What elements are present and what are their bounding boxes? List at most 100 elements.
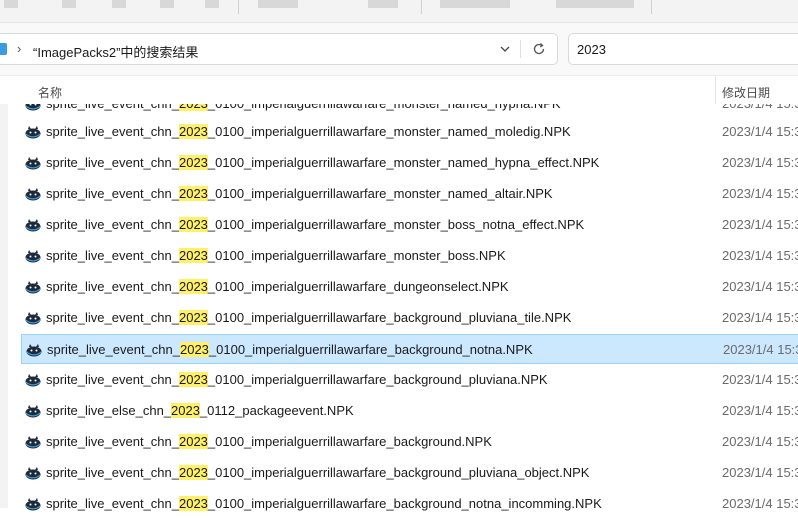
file-name-suffix: _0100_imperialguerrillawarfare_monster_b…	[207, 217, 585, 232]
file-row[interactable]: sprite_live_event_chn_2023_0100_imperial…	[21, 210, 798, 240]
file-name[interactable]: sprite_live_event_chn_2023_0100_imperial…	[46, 279, 509, 294]
copy-icon[interactable]	[112, 0, 126, 8]
file-name[interactable]: sprite_live_event_chn_2023_0100_imperial…	[46, 248, 506, 263]
file-name-suffix: _0100_imperialguerrillawarfare_monster_n…	[207, 155, 600, 170]
file-name-suffix: _0100_imperialguerrillawarfare_backgroun…	[207, 310, 572, 325]
file-row[interactable]: sprite_live_event_chn_2023_0100_imperial…	[21, 117, 798, 147]
file-name-suffix: _0100_imperialguerrillawarfare_backgroun…	[207, 465, 590, 480]
address-divider	[520, 40, 521, 58]
npk-file-icon	[25, 374, 41, 387]
file-date: 2023/1/4 15:3	[722, 372, 798, 387]
file-name-prefix: sprite_live_event_chn_	[46, 155, 179, 170]
navigation-pane[interactable]	[0, 76, 8, 508]
file-name-suffix: _0100_imperialguerrillawarfare_backgroun…	[208, 342, 533, 357]
file-name[interactable]: sprite_live_event_chn_2023_0100_imperial…	[46, 372, 548, 387]
sort-button[interactable]	[258, 0, 298, 8]
file-name-suffix: _0100_imperialguerrillawarfare_backgroun…	[207, 372, 548, 387]
address-bar[interactable]: › “ImagePacks2”中的搜索结果	[0, 33, 558, 65]
search-match-highlight: 2023	[178, 217, 208, 232]
toolbar	[0, 0, 798, 23]
file-name-prefix: sprite_live_event_chn_	[46, 279, 179, 294]
search-match-highlight: 2023	[178, 434, 208, 449]
close-search-button[interactable]	[556, 0, 634, 8]
toolbar-divider	[421, 0, 422, 14]
breadcrumb[interactable]: “ImagePacks2”中的搜索结果	[33, 42, 198, 61]
search-match-highlight: 2023	[178, 279, 208, 294]
breadcrumb-chevron-icon[interactable]: ›	[17, 41, 21, 56]
cut-icon[interactable]	[62, 0, 76, 8]
search-match-highlight: 2023	[179, 342, 209, 357]
npk-file-icon	[25, 467, 41, 480]
toolbar-divider	[238, 0, 239, 14]
column-divider[interactable]	[715, 76, 716, 104]
file-row[interactable]: sprite_live_event_chn_2023_0100_imperial…	[21, 148, 798, 178]
search-match-highlight: 2023	[178, 465, 208, 480]
file-date: 2023/1/4 15:3	[722, 403, 798, 418]
file-date: 2023/1/4 15:3	[722, 248, 798, 263]
file-date: 2023/1/4 15:3	[722, 124, 798, 139]
file-name-prefix: sprite_live_event_chn_	[46, 496, 179, 511]
file-name[interactable]: sprite_live_event_chn_2023_0100_imperial…	[46, 310, 571, 325]
search-match-highlight: 2023	[178, 372, 208, 387]
column-name-header[interactable]: 名称	[38, 84, 62, 101]
folder-icon	[0, 43, 7, 55]
file-date: 2023/1/4 15:3	[722, 217, 798, 232]
file-name-suffix: _0100_imperialguerrillawarfare_dungeonse…	[207, 279, 509, 294]
npk-file-icon	[25, 281, 41, 294]
search-match-highlight: 2023	[178, 186, 208, 201]
rename-icon[interactable]	[205, 0, 219, 8]
column-header: 名称 修改日期	[0, 76, 798, 104]
file-row[interactable]: sprite_live_event_chn_2023_0100_imperial…	[21, 303, 798, 333]
file-row[interactable]: sprite_live_event_chn_2023_0100_imperial…	[21, 489, 798, 519]
npk-file-icon	[25, 312, 41, 325]
file-name[interactable]: sprite_live_event_chn_2023_0100_imperial…	[46, 434, 492, 449]
new-icon[interactable]	[4, 0, 18, 8]
file-row[interactable]: sprite_live_else_chn_2023_0112_packageev…	[21, 396, 798, 426]
file-date: 2023/1/4 15:3	[722, 310, 798, 325]
navigation-bar: › “ImagePacks2”中的搜索结果 2023	[0, 23, 798, 76]
file-name[interactable]: sprite_live_event_chn_2023_0100_imperial…	[46, 186, 553, 201]
file-name-prefix: sprite_live_event_chn_	[46, 465, 179, 480]
file-name[interactable]: sprite_live_event_chn_2023_0100_imperial…	[46, 217, 584, 232]
file-row[interactable]: sprite_live_event_chn_2023_0100_imperial…	[21, 241, 798, 271]
file-date: 2023/1/4 15:3	[722, 186, 798, 201]
file-name[interactable]: sprite_live_event_chn_2023_0100_imperial…	[46, 496, 602, 511]
file-row[interactable]: sprite_live_event_chn_2023_0100_imperial…	[21, 334, 798, 364]
file-name[interactable]: sprite_live_event_chn_2023_0100_imperial…	[46, 124, 571, 139]
npk-file-icon	[25, 498, 41, 511]
file-name-prefix: sprite_live_event_chn_	[46, 310, 179, 325]
file-date: 2023/1/4 15:3	[722, 434, 798, 449]
file-date: 2023/1/4 15:3	[722, 496, 798, 511]
file-name-suffix: _0100_imperialguerrillawarfare_monster_b…	[207, 248, 506, 263]
file-date: 2023/1/4 15:3	[722, 279, 798, 294]
refresh-icon[interactable]	[531, 41, 547, 57]
paste-icon[interactable]	[160, 0, 174, 8]
file-name[interactable]: sprite_live_event_chn_2023_0100_imperial…	[46, 155, 599, 170]
file-name[interactable]: sprite_live_event_chn_2023_0100_imperial…	[47, 342, 533, 357]
file-name[interactable]: sprite_live_else_chn_2023_0112_packageev…	[46, 403, 354, 418]
column-date-header[interactable]: 修改日期	[722, 84, 770, 101]
file-name-prefix: sprite_live_event_chn_	[46, 186, 179, 201]
search-input[interactable]: 2023	[568, 33, 798, 65]
file-date: 2023/1/4 15:3	[723, 342, 798, 357]
chevron-down-icon[interactable]	[497, 41, 513, 57]
view-button[interactable]	[368, 0, 398, 8]
search-match-highlight: 2023	[178, 248, 208, 263]
search-match-highlight: 2023	[171, 403, 200, 418]
search-match-highlight: 2023	[178, 155, 208, 170]
file-name-suffix: _0100_imperialguerrillawarfare_monster_n…	[207, 186, 553, 201]
file-name-suffix: _0100_imperialguerrillawarfare_monster_n…	[207, 124, 571, 139]
file-row[interactable]: sprite_live_event_chn_2023_0100_imperial…	[21, 179, 798, 209]
file-name[interactable]: sprite_live_event_chn_2023_0100_imperial…	[46, 465, 589, 480]
search-options-button[interactable]	[440, 0, 510, 8]
file-row[interactable]: sprite_live_event_chn_2023_0100_imperial…	[21, 458, 798, 488]
npk-file-icon	[26, 344, 42, 357]
file-row[interactable]: sprite_live_event_chn_2023_0100_imperial…	[21, 427, 798, 457]
file-name-prefix: sprite_live_else_chn_	[46, 403, 172, 418]
search-query[interactable]: 2023	[577, 42, 606, 57]
file-name-prefix: sprite_live_event_chn_	[46, 248, 179, 263]
file-row[interactable]: sprite_live_event_chn_2023_0100_imperial…	[21, 272, 798, 302]
npk-file-icon	[25, 157, 41, 170]
file-row[interactable]: sprite_live_event_chn_2023_0100_imperial…	[21, 365, 798, 395]
npk-file-icon	[25, 126, 41, 139]
